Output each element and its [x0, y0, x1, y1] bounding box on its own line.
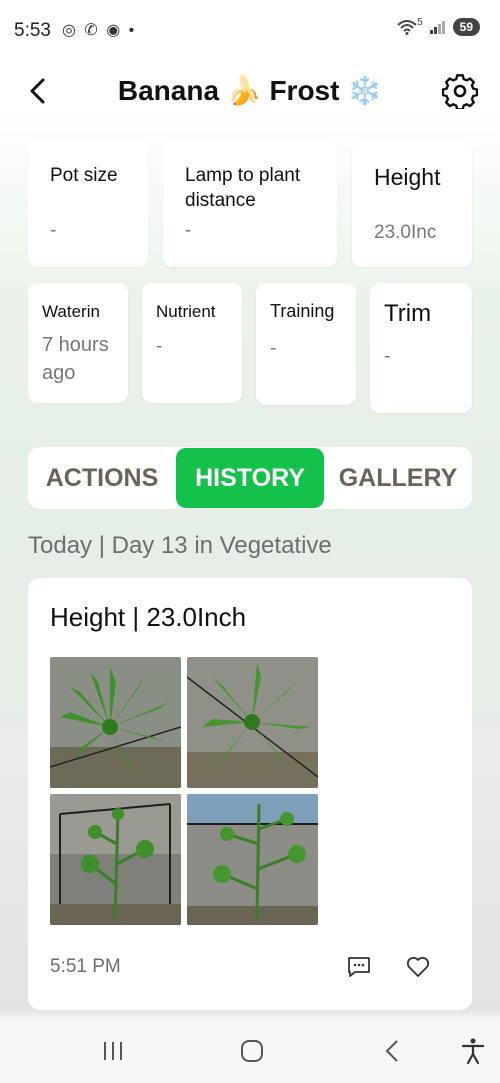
stat-label: Training [270, 301, 335, 321]
tab-history[interactable]: HISTORY [176, 448, 324, 508]
stat-card-nutrient: Nutrient - [142, 283, 242, 403]
stat-value: 23.0Inc [374, 222, 437, 243]
signal-icon [429, 21, 445, 34]
stat-value: - [185, 220, 192, 241]
nav-recents-button[interactable] [98, 1036, 128, 1066]
plant-photo-image [187, 794, 318, 925]
stat-card-watering: Waterin 7 hours ago [28, 283, 128, 403]
plant-photo[interactable] [187, 794, 318, 925]
stat-card-height: Height 23.0Inc [352, 141, 472, 267]
stat-value: 7 hours ago [42, 334, 109, 384]
nav-home-button[interactable] [237, 1036, 267, 1066]
settings-button[interactable] [441, 73, 479, 111]
wifi-icon [397, 20, 417, 35]
plant-photo-image [50, 794, 181, 925]
plant-photo[interactable] [50, 794, 181, 925]
stat-card-training: Training - [256, 283, 356, 405]
plant-photo[interactable] [50, 657, 181, 788]
nav-accessibility-button[interactable] [458, 1036, 488, 1066]
stat-card-pot-size: Pot size - [28, 141, 148, 267]
heart-icon [406, 956, 430, 977]
wifi-band-label: 5 [417, 16, 423, 28]
stat-label: Lamp to plant distance [185, 165, 301, 211]
like-button[interactable] [405, 954, 431, 980]
battery-indicator: 59 [452, 18, 480, 36]
status-bar: 5:53 ◎ ✆ ◉ • 5 59 [0, 0, 500, 60]
history-entry-card: Height | 23.0Inch 5:51 PM [28, 578, 472, 1010]
stat-card-trim: Trim - [370, 283, 472, 413]
system-nav-bar [0, 1018, 500, 1083]
plant-photo[interactable] [187, 657, 318, 788]
gear-icon [441, 74, 479, 111]
history-entry-time: 5:51 PM [50, 956, 121, 977]
tab-gallery[interactable]: GALLERY [324, 447, 472, 509]
stat-value: - [270, 338, 277, 359]
stat-value: - [384, 346, 391, 367]
home-icon [241, 1040, 263, 1062]
recents-icon [104, 1042, 122, 1060]
page-title: Banana 🍌 Frost ❄️ [117, 75, 383, 106]
accessibility-icon [461, 1038, 485, 1065]
stat-label: Trim [384, 300, 432, 327]
notification-icons: ◎ ✆ ◉ • [62, 22, 137, 39]
stat-label: Waterin [42, 302, 100, 321]
status-time: 5:53 [14, 20, 51, 41]
stat-value: - [156, 336, 163, 357]
stat-label: Height [374, 164, 441, 190]
tab-actions[interactable]: ACTIONS [28, 447, 176, 509]
back-icon [385, 1040, 398, 1062]
day-header: Today | Day 13 in Vegetative [28, 532, 332, 559]
stat-label: Pot size [50, 165, 118, 186]
plant-photo-image [187, 657, 318, 788]
app-header: Banana 🍌 Frost ❄️ [0, 60, 500, 122]
plant-photo-image [50, 657, 181, 788]
stat-card-lamp-distance: Lamp to plant distance - [163, 141, 337, 267]
tab-bar: ACTIONS HISTORY GALLERY [28, 447, 472, 509]
comment-icon [348, 957, 370, 977]
status-right: 5 59 [397, 16, 480, 36]
comment-button[interactable] [346, 954, 372, 980]
history-entry-title: Height | 23.0Inch [50, 602, 247, 632]
stat-label: Nutrient [156, 302, 216, 321]
stat-value: - [50, 220, 57, 241]
nav-back-button[interactable] [377, 1036, 407, 1066]
